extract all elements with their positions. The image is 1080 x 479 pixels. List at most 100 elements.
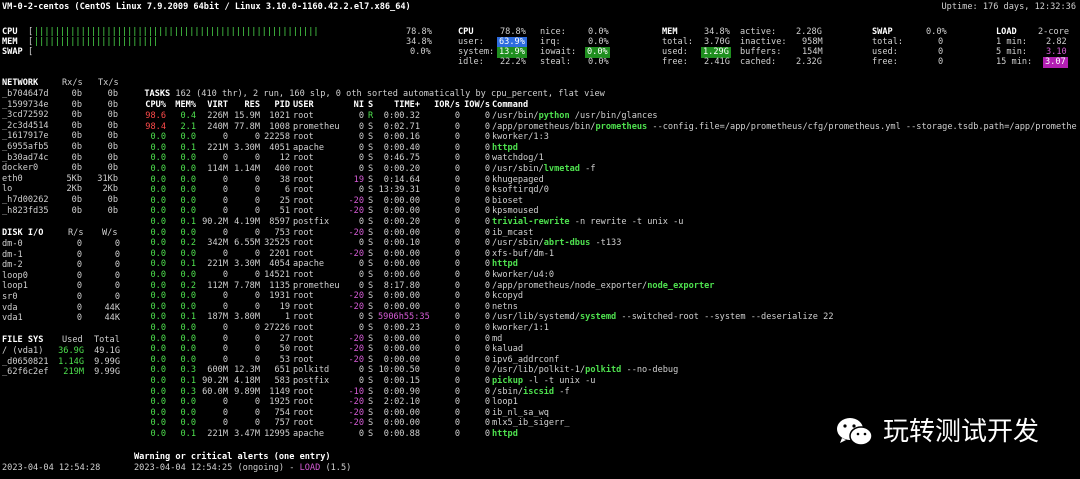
proc-cell: 0 <box>484 301 490 312</box>
proc-cell: 0.0 <box>150 376 166 386</box>
alerts-title: Warning or critical alerts (one entry) <box>134 452 331 462</box>
proc-cell: 0 <box>358 238 364 249</box>
proc-cell: -20 <box>348 418 364 429</box>
proc-cell: S <box>368 344 374 355</box>
proc-cell: 0.0 <box>150 365 166 376</box>
proc-cell: 0.0 <box>150 227 166 238</box>
proc-cell: 0 <box>358 153 364 164</box>
proc-command: kworker/1:3 <box>492 132 549 143</box>
proc-cell: 0:00.88 <box>383 429 420 439</box>
proc-cell: 0.0 <box>150 164 166 174</box>
disk-read: 0 <box>76 260 82 271</box>
proc-cell: S <box>368 418 374 429</box>
proc-cell: 0 <box>484 185 490 196</box>
proc-cell: 0 <box>222 418 228 429</box>
proc-cell: 0 <box>454 217 460 227</box>
proc-cell: 221M <box>207 429 228 439</box>
proc-command: kcopyd <box>492 291 524 302</box>
proc-cell: 0 <box>222 174 228 185</box>
proc-cell: root <box>293 206 314 217</box>
network-tx: 0b <box>107 120 118 131</box>
proc-cell: -20 <box>348 397 364 408</box>
proc-cell: 0.0 <box>150 291 166 302</box>
disk-write: 0 <box>114 249 120 260</box>
proc-command: kworker/1:1 <box>492 323 549 333</box>
proc-cell: 0 <box>454 111 460 121</box>
proc-cell: 0 <box>222 132 228 143</box>
proc-cell: 2201 <box>269 248 290 259</box>
proc-cell: 14521 <box>264 270 290 280</box>
proc-cell: 0.1 <box>180 376 196 386</box>
proc-cell: 0:00.00 <box>383 291 420 302</box>
proc-cell: 0.0 <box>150 386 166 397</box>
proc-cell: 0 <box>454 206 460 217</box>
proc-cell: S <box>368 142 374 153</box>
proc-cell: 0:00.16 <box>383 132 420 143</box>
proc-cell: root <box>293 111 314 121</box>
column-header-res: RES <box>244 100 260 110</box>
disk-name: loop0 <box>2 270 28 281</box>
proc-cell: 0.0 <box>150 185 166 196</box>
fs-mount: / (vda1) <box>2 346 44 356</box>
proc-cell: 0.0 <box>180 206 196 217</box>
proc-cell: 0 <box>484 153 490 164</box>
cpu-title: CPU <box>458 27 474 37</box>
proc-cell: root <box>293 238 314 249</box>
proc-cell: S <box>368 365 374 376</box>
proc-cell: root <box>293 407 314 418</box>
proc-cell: 0 <box>454 407 460 418</box>
disk-write: 0 <box>114 270 120 281</box>
proc-cell: -20 <box>348 195 364 206</box>
proc-cell: prometheu <box>293 121 340 132</box>
proc-cell: 90.2M <box>202 376 228 386</box>
proc-cell: 0 <box>484 217 490 227</box>
proc-cell: root <box>293 301 314 312</box>
proc-cell: 90.2M <box>202 217 228 227</box>
network-tx: 0b <box>107 195 118 205</box>
proc-cell: 25 <box>279 195 290 206</box>
proc-cell: 0.0 <box>180 407 196 418</box>
proc-cell: root <box>293 153 314 164</box>
proc-cell: 0:00.40 <box>383 142 420 153</box>
proc-cell: 1 <box>284 312 290 323</box>
column-header-command: Command <box>492 100 529 110</box>
network-tx: 0b <box>107 205 118 216</box>
network-tx: 0b <box>107 110 118 121</box>
proc-cell: 0:00.00 <box>383 248 420 259</box>
ql-mem-bar: |||||||||||||||||||||||| <box>34 37 159 47</box>
swap-title: SWAP <box>872 27 893 37</box>
proc-cell: S <box>368 195 374 206</box>
proc-command: /app/prometheus/bin/prometheus --config.… <box>492 121 1077 132</box>
proc-cell: S <box>368 354 374 365</box>
proc-cell: 0 <box>358 270 364 280</box>
proc-cell: root <box>293 132 314 143</box>
column-header-user: USER <box>293 100 314 110</box>
proc-cell: 0 <box>454 344 460 355</box>
network-tx: 0b <box>107 163 118 174</box>
proc-cell: 0 <box>358 121 364 132</box>
fs-mount: _d0650821 <box>2 356 49 367</box>
network-tx: 0b <box>107 89 118 99</box>
proc-cell: root <box>293 333 314 344</box>
proc-cell: 0 <box>358 185 364 196</box>
proc-cell: 0 <box>254 153 260 164</box>
proc-cell: 0 <box>454 301 460 312</box>
proc-cell: root <box>293 195 314 206</box>
proc-cell: 0 <box>484 365 490 376</box>
proc-cell: 0 <box>454 323 460 333</box>
proc-cell: root <box>293 418 314 429</box>
proc-cell: 600M <box>207 365 228 376</box>
proc-cell: 38 <box>279 174 290 185</box>
column-header-pid: PID <box>274 100 290 110</box>
disk-name: dm-0 <box>2 239 23 249</box>
proc-cell: 0 <box>222 407 228 418</box>
proc-cell: 753 <box>274 227 290 238</box>
proc-cell: S <box>368 312 374 323</box>
proc-cell: 651 <box>274 365 290 376</box>
mem-title: MEM <box>662 27 678 37</box>
disk-read: 0 <box>76 239 82 249</box>
proc-cell: root <box>293 291 314 302</box>
proc-cell: 0 <box>358 111 364 121</box>
proc-cell: 0 <box>454 429 460 439</box>
proc-cell: 0 <box>358 429 364 439</box>
